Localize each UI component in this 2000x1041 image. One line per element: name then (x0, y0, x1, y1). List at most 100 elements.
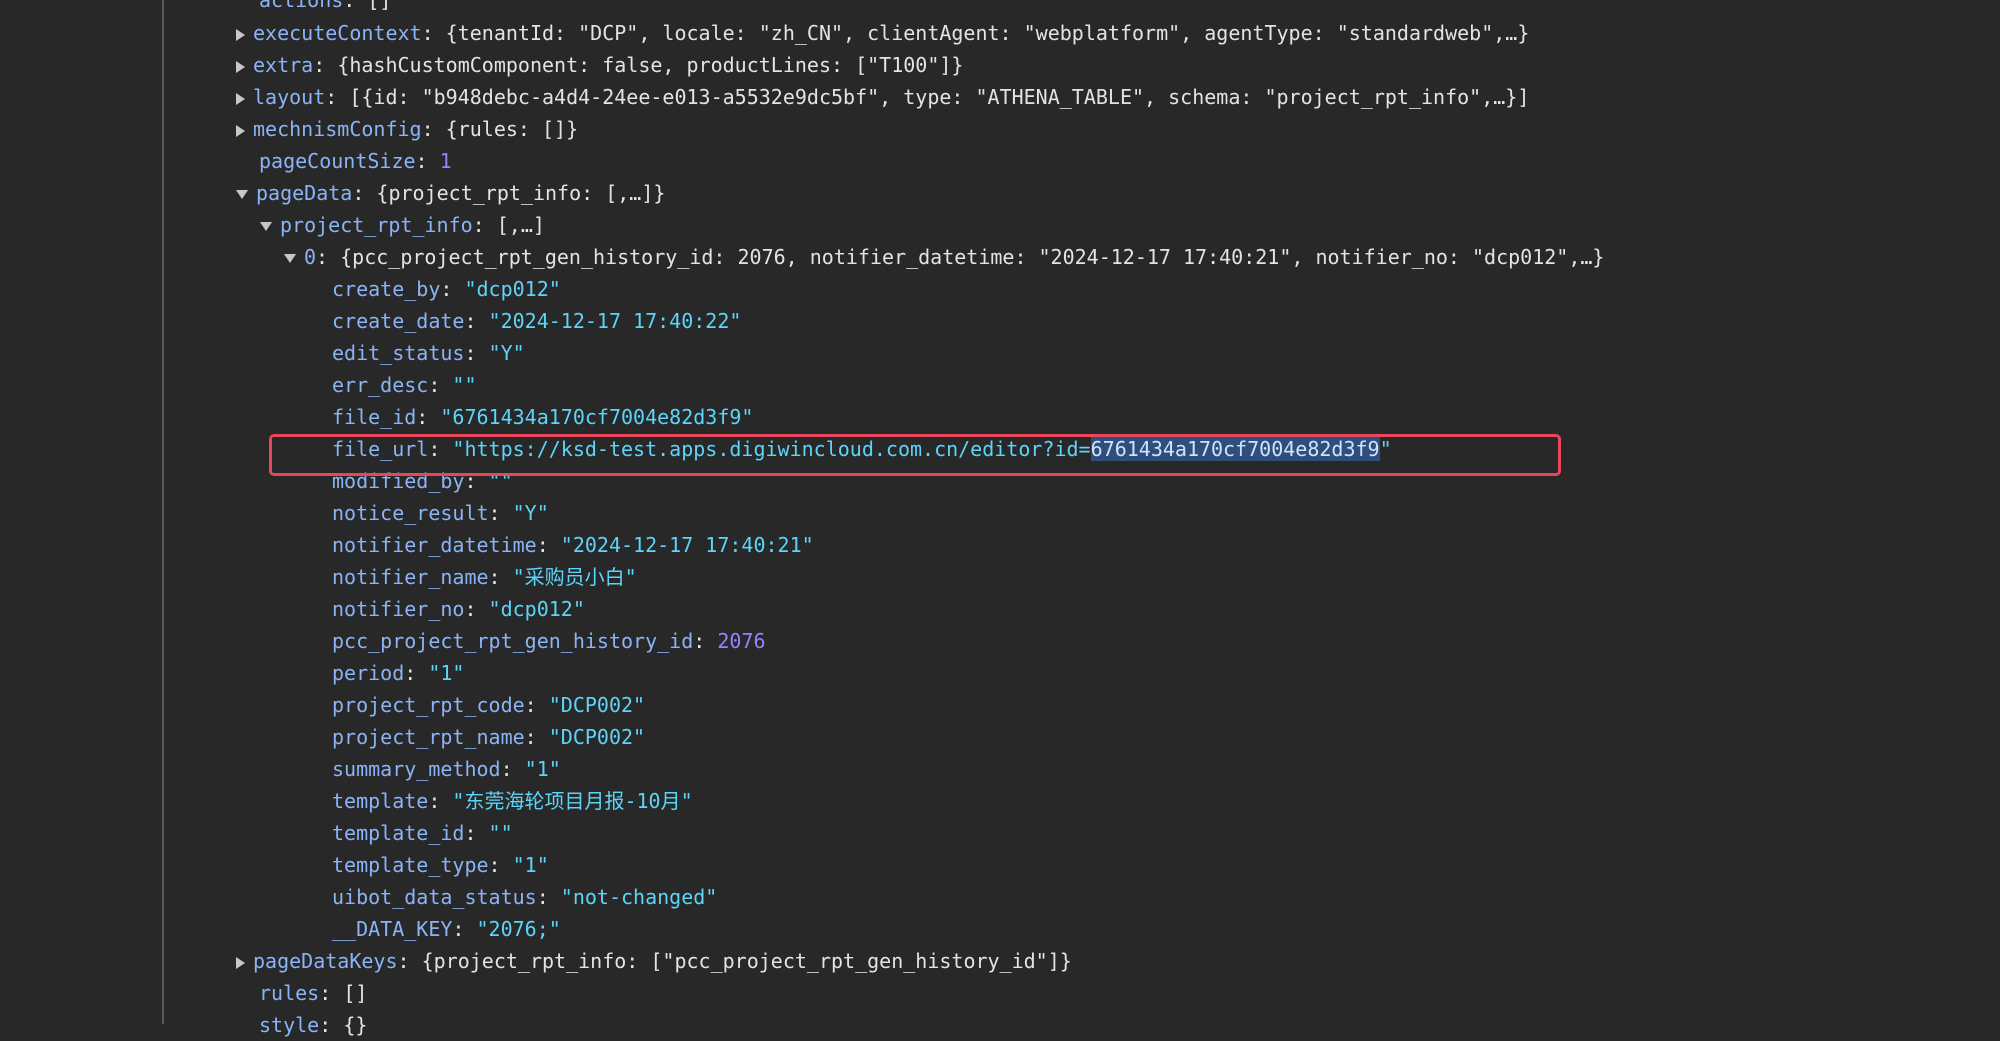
field-value: "1" (428, 661, 465, 685)
field-value: "2024-12-17 17:40:21" (560, 533, 814, 557)
gutter-line (162, 0, 164, 1024)
field-key: template_id (332, 821, 465, 845)
field-key: project_rpt_code (332, 693, 525, 717)
field-row-create_date: create_date: "2024-12-17 17:40:22" (332, 309, 742, 333)
field-value: "dcp012" (488, 597, 585, 621)
field-row-notice_result: notice_result: "Y" (332, 501, 549, 525)
collapse-arrow-icon[interactable] (236, 190, 248, 199)
field-row-summary_method: summary_method: "1" (332, 757, 561, 781)
tree-row-project_rpt_info[interactable]: project_rpt_info: [,…] (260, 209, 545, 241)
property-value: [] (343, 981, 368, 1005)
tree-row-item-0[interactable]: 0: {pcc_project_rpt_gen_history_id: 2076… (284, 241, 1604, 273)
field-value: 2076 (717, 629, 766, 653)
highlight-box (269, 434, 1561, 476)
field-value: "2024-12-17 17:40:22" (488, 309, 742, 333)
tree-row-executeContext[interactable]: executeContext: {tenantId: "DCP", locale… (236, 17, 1529, 49)
field-key: notifier_datetime (332, 533, 537, 557)
field-value: "not-changed" (560, 885, 718, 909)
field-key: period (332, 661, 405, 685)
field-value: "6761434a170cf7004e82d3f9" (440, 405, 754, 429)
field-value: "Y" (512, 501, 549, 525)
field-row-project_rpt_name: project_rpt_name: "DCP002" (332, 725, 646, 749)
field-value: "" (488, 821, 513, 845)
field-key: create_by (332, 277, 441, 301)
expand-arrow-icon[interactable] (236, 956, 245, 969)
tree-row-rules: rules: [] (259, 981, 368, 1005)
field-row-template: template: "东莞海轮项目月报-10月" (332, 789, 693, 813)
expand-arrow-icon[interactable] (236, 60, 245, 73)
field-value: "1" (524, 757, 561, 781)
property-key: executeContext (253, 21, 422, 45)
property-value: 1 (439, 149, 452, 173)
property-preview: [{id: "b948debc-a4d4-24ee-e013-a5532e9dc… (349, 85, 1530, 109)
field-key: notifier_name (332, 565, 489, 589)
field-value: "DCP002" (548, 693, 646, 717)
expand-arrow-icon[interactable] (236, 124, 245, 137)
expand-arrow-icon[interactable] (236, 92, 245, 105)
property-key: layout (253, 85, 326, 109)
field-row-file_id: file_id: "6761434a170cf7004e82d3f9" (332, 405, 754, 429)
property-preview: {project_rpt_info: [,…]} (376, 181, 666, 205)
field-row-err_desc: err_desc: "" (332, 373, 477, 397)
field-row-pcc_project_rpt_gen_history_id: pcc_project_rpt_gen_history_id: 2076 (332, 629, 766, 653)
expand-arrow-icon[interactable] (236, 28, 245, 41)
property-key: project_rpt_info (280, 213, 473, 237)
field-value: "Y" (488, 341, 525, 365)
tree-row-layout[interactable]: layout: [{id: "b948debc-a4d4-24ee-e013-a… (236, 81, 1529, 113)
field-value: "DCP002" (548, 725, 646, 749)
field-key: pcc_project_rpt_gen_history_id (332, 629, 694, 653)
tree-row-mechnismConfig[interactable]: mechnismConfig: {rules: []} (236, 113, 578, 145)
tree-row-pageCountSize: pageCountSize: 1 (259, 149, 452, 173)
collapse-arrow-icon[interactable] (260, 222, 272, 231)
property-preview: {pcc_project_rpt_gen_history_id: 2076, n… (340, 245, 1605, 269)
field-row-create_by: create_by: "dcp012" (332, 277, 561, 301)
property-key: style (259, 1013, 320, 1037)
field-row-notifier_name: notifier_name: "采购员小白" (332, 565, 637, 589)
field-value: "" (452, 373, 477, 397)
field-key: uibot_data_status (332, 885, 537, 909)
field-value: "2076;" (476, 917, 561, 941)
field-row-template_id: template_id: "" (332, 821, 513, 845)
tree-row-pageDataKeys[interactable]: pageDataKeys: {project_rpt_info: ["pcc_p… (236, 945, 1072, 977)
property-value: {} (343, 1013, 368, 1037)
field-value: "1" (512, 853, 549, 877)
property-preview: [,…] (496, 213, 545, 237)
property-preview: {rules: []} (445, 117, 579, 141)
field-key: project_rpt_name (332, 725, 525, 749)
property-value: [] (367, 0, 392, 12)
field-key: summary_method (332, 757, 501, 781)
tree-row-actions: actions: [] (259, 0, 391, 16)
field-row-edit_status: edit_status: "Y" (332, 341, 525, 365)
field-row-notifier_no: notifier_no: "dcp012" (332, 597, 585, 621)
collapse-arrow-icon[interactable] (284, 254, 296, 263)
field-row-project_rpt_code: project_rpt_code: "DCP002" (332, 693, 646, 717)
field-row-uibot_data_status: uibot_data_status: "not-changed" (332, 885, 718, 909)
field-value: "dcp012" (464, 277, 561, 301)
property-key: actions (259, 0, 344, 12)
field-value: "采购员小白" (512, 565, 637, 589)
tree-row-extra[interactable]: extra: {hashCustomComponent: false, prod… (236, 49, 963, 81)
field-key: template (332, 789, 429, 813)
field-key: err_desc (332, 373, 429, 397)
field-row-data-key: __DATA_KEY: "2076;" (332, 917, 561, 941)
field-key: template_type (332, 853, 489, 877)
property-key: pageData (256, 181, 353, 205)
field-row-notifier_datetime: notifier_datetime: "2024-12-17 17:40:21" (332, 533, 814, 557)
property-key: pageDataKeys (253, 949, 398, 973)
field-key: file_id (332, 405, 417, 429)
property-key: rules (259, 981, 320, 1005)
field-key: edit_status (332, 341, 465, 365)
field-row-template_type: template_type: "1" (332, 853, 549, 877)
property-key: 0 (304, 245, 317, 269)
field-key: create_date (332, 309, 465, 333)
property-preview: {tenantId: "DCP", locale: "zh_CN", clien… (445, 21, 1530, 45)
tree-row-style: style: {} (259, 1013, 368, 1037)
property-preview: {project_rpt_info: ["pcc_project_rpt_gen… (421, 949, 1072, 973)
field-key: notice_result (332, 501, 489, 525)
property-key: extra (253, 53, 314, 77)
field-row-period: period: "1" (332, 661, 465, 685)
field-key: notifier_no (332, 597, 465, 621)
tree-row-pageData[interactable]: pageData: {project_rpt_info: [,…]} (236, 177, 665, 209)
field-value: "东莞海轮项目月报-10月" (452, 789, 693, 813)
property-preview: {hashCustomComponent: false, productLine… (337, 53, 964, 77)
